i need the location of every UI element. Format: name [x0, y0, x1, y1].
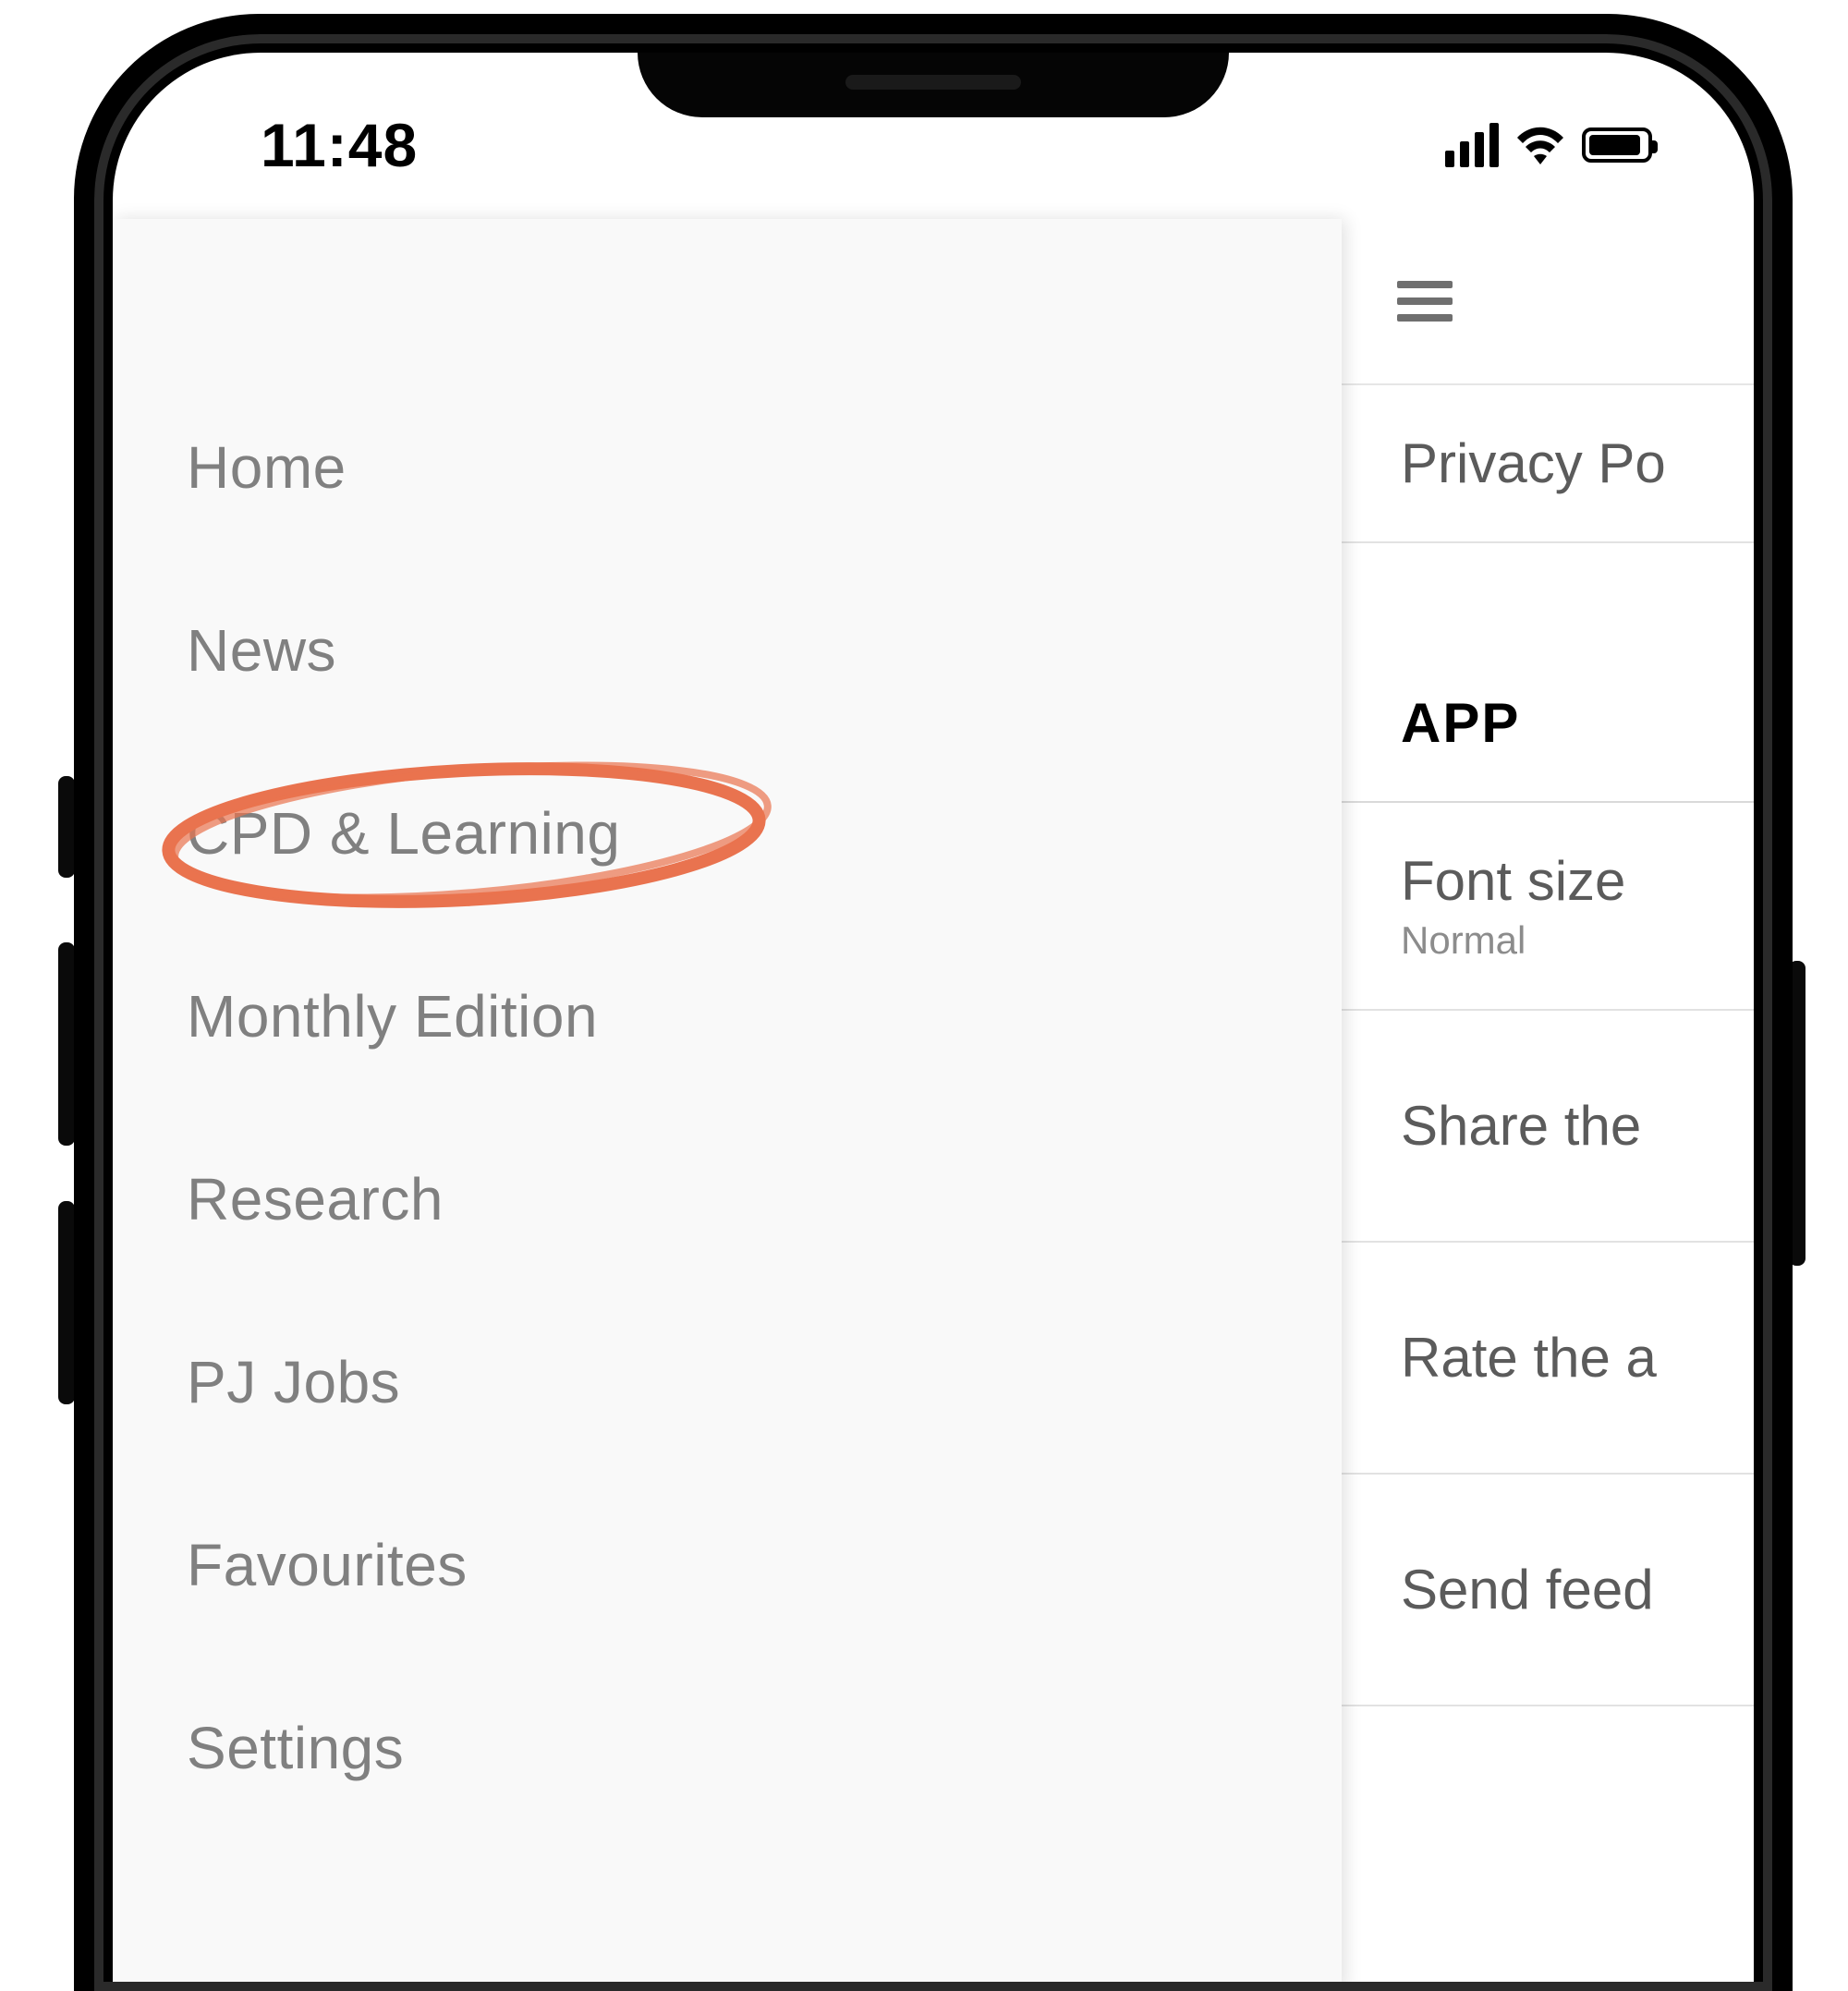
- settings-row-label: Share the: [1401, 1095, 1641, 1157]
- settings-row-privacy[interactable]: Privacy Po: [1342, 385, 1754, 543]
- drawer-item-label: Home: [187, 434, 346, 501]
- app-body: Privacy Po APP Font size Normal Share th…: [113, 219, 1754, 1991]
- drawer-item-settings[interactable]: Settings: [113, 1657, 1342, 1839]
- drawer-item-favourites[interactable]: Favourites: [113, 1474, 1342, 1657]
- hamburger-icon[interactable]: [1397, 281, 1453, 322]
- settings-section-app: APP: [1342, 543, 1754, 803]
- drawer-item-label: Monthly Edition: [187, 983, 598, 1050]
- settings-page: Privacy Po APP Font size Normal Share th…: [1342, 219, 1754, 1991]
- phone-speaker: [845, 75, 1021, 90]
- settings-row-rate[interactable]: Rate the a: [1342, 1243, 1754, 1475]
- settings-row-share[interactable]: Share the: [1342, 1011, 1754, 1243]
- phone-volume-up-button: [58, 942, 75, 1146]
- phone-frame: 11:48: [74, 14, 1793, 1991]
- drawer-item-label: Research: [187, 1166, 444, 1232]
- settings-row-font-size[interactable]: Font size Normal: [1342, 803, 1754, 1011]
- drawer-item-label: PJ Jobs: [187, 1349, 400, 1415]
- drawer-item-news[interactable]: News: [113, 559, 1342, 742]
- settings-top-bar: [1342, 219, 1754, 385]
- cellular-signal-icon: [1445, 123, 1499, 167]
- settings-row-label: Rate the a: [1401, 1327, 1657, 1389]
- nav-drawer: Home News CPD & Learning Monthly Edition: [113, 219, 1342, 1991]
- settings-row-label: Send feed: [1401, 1559, 1654, 1621]
- drawer-item-cpd-learning[interactable]: CPD & Learning: [113, 742, 1342, 925]
- settings-row-value: Normal: [1401, 918, 1754, 963]
- phone-screen: 11:48: [113, 53, 1754, 1991]
- settings-row-send-feedback[interactable]: Send feed: [1342, 1475, 1754, 1706]
- drawer-item-label: CPD & Learning: [187, 800, 620, 867]
- settings-row-label: Privacy Po: [1401, 432, 1666, 494]
- drawer-item-label: Favourites: [187, 1532, 468, 1598]
- drawer-item-home[interactable]: Home: [113, 376, 1342, 559]
- battery-icon: [1582, 127, 1652, 163]
- drawer-item-pj-jobs[interactable]: PJ Jobs: [113, 1291, 1342, 1474]
- wifi-icon: [1515, 126, 1565, 164]
- phone-mute-switch: [58, 776, 75, 878]
- settings-row-label: Font size: [1401, 850, 1625, 912]
- status-icons: [1445, 123, 1652, 167]
- status-time: 11:48: [261, 110, 418, 180]
- phone-volume-down-button: [58, 1201, 75, 1404]
- drawer-item-monthly-edition[interactable]: Monthly Edition: [113, 925, 1342, 1108]
- drawer-item-research[interactable]: Research: [113, 1108, 1342, 1291]
- drawer-item-label: Settings: [187, 1715, 404, 1781]
- drawer-item-label: News: [187, 617, 336, 684]
- status-bar: 11:48: [113, 99, 1754, 191]
